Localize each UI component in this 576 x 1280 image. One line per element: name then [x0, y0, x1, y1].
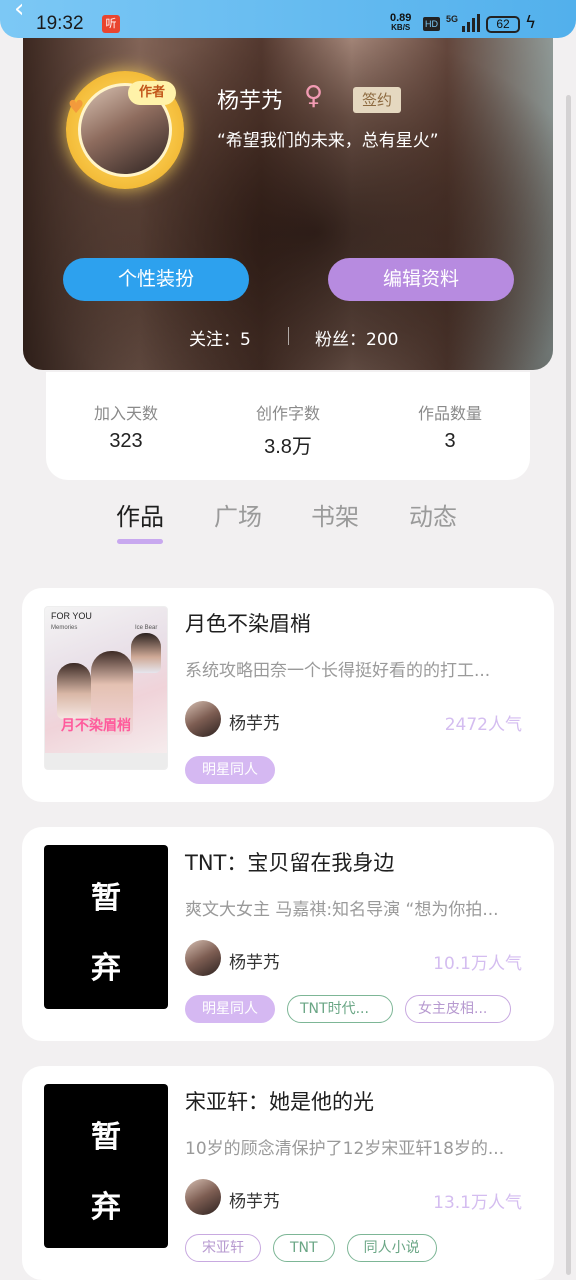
tab-updates[interactable]: 动态: [409, 497, 457, 532]
book-cover[interactable]: 暂 弃: [44, 845, 168, 1009]
profile-name: 杨芋艿: [217, 89, 284, 114]
author-avatar-frame[interactable]: ♥ 作者: [66, 71, 184, 189]
popularity-count: 10.1万人气: [433, 954, 522, 974]
active-tab-indicator: [117, 539, 163, 544]
edit-profile-button[interactable]: 编辑资料: [328, 258, 514, 301]
stat-label: 创作字数: [255, 404, 320, 423]
signal-icon: 5G: [446, 14, 481, 32]
author-stats-card: 加入天数 323 创作字数 3.8万 作品数量 3: [46, 372, 530, 480]
stat-word-count: 创作字数 3.8万: [208, 400, 368, 459]
stat-value: 3: [444, 430, 456, 452]
cover-navbar: [45, 753, 167, 769]
status-bar: ‹ 19:32 听 0.89 KB/S HD 5G 62 ϟ: [0, 0, 576, 38]
book-cover[interactable]: 暂 弃: [44, 1084, 168, 1248]
work-card[interactable]: 暂 弃 宋亚轩：她是他的光 10岁的顾念清保护了12岁宋亚轩18岁的... 杨芋…: [22, 1066, 554, 1280]
popularity-count: 2472人气: [444, 715, 522, 735]
work-card[interactable]: FOR YOU Memories Ice Bear 月不染眉梢 月色不染眉梢 系…: [22, 588, 554, 802]
cover-text-sub-right: Ice Bear: [135, 625, 158, 631]
following-count[interactable]: 关注：5: [189, 325, 251, 350]
cover-text: 弃: [91, 951, 121, 986]
battery-icon: 62: [486, 16, 520, 33]
work-card[interactable]: 暂 弃 TNT：宝贝留在我身边 爽文大女主 马嘉祺:知名导演 “想为你拍... …: [22, 827, 554, 1041]
heart-icon: ♥: [68, 97, 85, 118]
cover-text-sub-left: Memories: [51, 625, 78, 631]
profile-bio: “希望我们的未来，总有星火”: [217, 131, 439, 151]
tag[interactable]: TNT: [273, 1234, 335, 1262]
network-speed-unit: KB/S: [391, 23, 411, 32]
tag-list: 明星同人: [185, 756, 275, 784]
divider: [288, 327, 289, 345]
network-speed: 0.89 KB/S: [390, 13, 411, 33]
avatar: [185, 701, 221, 737]
author-badge: 作者: [128, 81, 176, 105]
cover-text: 弃: [91, 1190, 121, 1225]
tag[interactable]: 明星同人: [185, 756, 275, 784]
network-speed-value: 0.89: [390, 12, 412, 24]
status-time: 19:32: [36, 13, 84, 34]
avatar: [185, 1179, 221, 1215]
tag[interactable]: TNT时代...: [287, 995, 393, 1023]
female-icon: ♀: [304, 81, 324, 111]
book-description: 10岁的顾念清保护了12岁宋亚轩18岁的...: [185, 1139, 505, 1159]
following-label: 关注：: [189, 330, 240, 350]
book-description: 系统攻略田奈一个长得挺好看的的打工...: [185, 661, 491, 681]
popularity-count: 13.1万人气: [433, 1193, 522, 1213]
cover-text: 暂: [91, 1120, 121, 1155]
cover-text-top: FOR YOU: [51, 611, 92, 621]
tab-works[interactable]: 作品: [116, 497, 164, 532]
tag-list: 明星同人 TNT时代... 女主皮相...: [185, 995, 511, 1023]
charging-bolt-icon: ϟ: [525, 13, 537, 33]
author-name: 杨芋艿: [229, 714, 280, 734]
stat-label: 作品数量: [417, 404, 482, 423]
tag-list: 宋亚轩 TNT 同人小说: [185, 1234, 437, 1262]
book-cover[interactable]: FOR YOU Memories Ice Bear 月不染眉梢: [44, 606, 168, 770]
book-title[interactable]: 月色不染眉梢: [185, 608, 535, 638]
tag[interactable]: 宋亚轩: [185, 1234, 261, 1262]
avatar: [185, 940, 221, 976]
cover-title: 月不染眉梢: [61, 718, 131, 734]
stat-join-days: 加入天数 323: [46, 400, 206, 453]
book-description: 爽文大女主 马嘉祺:知名导演 “想为你拍...: [185, 900, 499, 920]
stat-work-count: 作品数量 3: [370, 400, 530, 453]
stat-value: 3.8万: [264, 436, 312, 458]
tag[interactable]: 明星同人: [185, 995, 275, 1023]
stat-label: 加入天数: [93, 404, 158, 423]
author-name: 杨芋艿: [229, 953, 280, 973]
cover-text: 暂: [91, 881, 121, 916]
stat-value: 323: [109, 430, 143, 452]
customize-appearance-button[interactable]: 个性装扮: [63, 258, 249, 301]
cover-figure: [57, 663, 91, 719]
tab-bookshelf[interactable]: 书架: [311, 497, 359, 532]
followers-label: 粉丝：: [315, 330, 366, 350]
followers-value: 200: [366, 330, 399, 350]
following-value: 5: [240, 330, 251, 350]
signed-badge: 签约: [353, 87, 401, 113]
cover-figure: [131, 633, 161, 673]
author-name: 杨芋艿: [229, 1192, 280, 1212]
hd-icon: HD: [423, 17, 440, 31]
tab-plaza[interactable]: 广场: [214, 497, 262, 532]
network-type-label: 5G: [446, 14, 459, 24]
book-title[interactable]: 宋亚轩：她是他的光: [185, 1086, 535, 1116]
profile-tabs: 作品 广场 书架 动态: [0, 497, 576, 549]
followers-count[interactable]: 粉丝：200: [315, 325, 398, 350]
book-title[interactable]: TNT：宝贝留在我身边: [185, 847, 535, 877]
tag[interactable]: 女主皮相...: [405, 995, 511, 1023]
app-notification-icon: 听: [102, 15, 120, 33]
scrollbar[interactable]: [566, 95, 571, 1275]
profile-header: ♥ 作者 杨芋艿 ♀ 签约 “希望我们的未来，总有星火” 个性装扮 编辑资料 关…: [23, 25, 553, 370]
tag[interactable]: 同人小说: [346, 1234, 437, 1262]
